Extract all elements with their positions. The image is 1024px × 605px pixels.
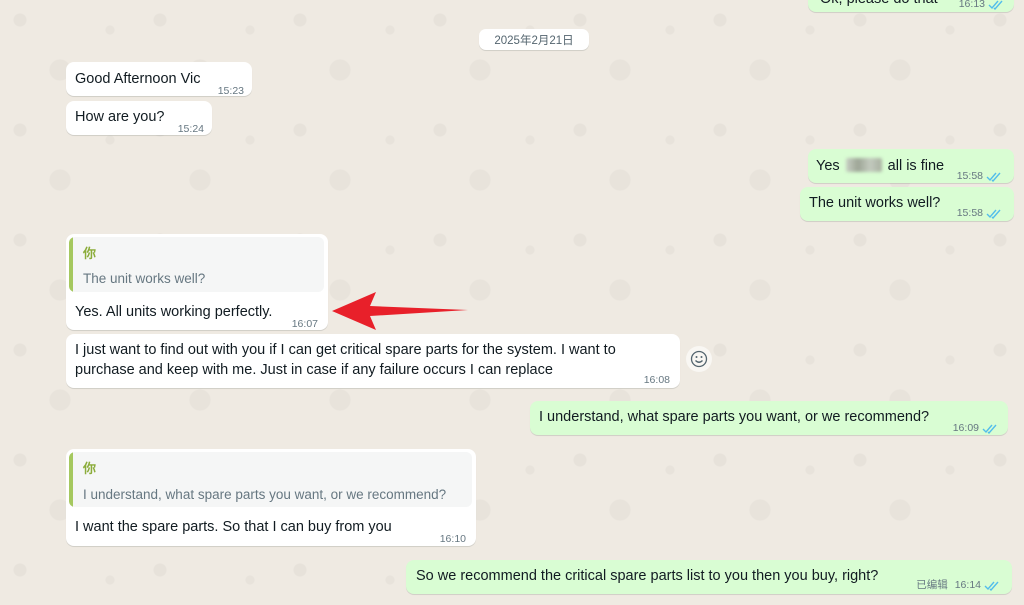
message-outgoing[interactable]: So we recommend the critical spare parts… bbox=[406, 560, 1012, 594]
annotation-arrow-icon bbox=[332, 292, 468, 330]
quoted-message[interactable]: 你 The unit works well? bbox=[69, 237, 324, 292]
message-time: 16:08 bbox=[643, 374, 670, 386]
message-incoming[interactable]: Good Afternoon Vic 15:23 bbox=[66, 62, 252, 97]
message-meta: 16:09 bbox=[953, 418, 998, 438]
message-time: 15:58 bbox=[956, 170, 983, 182]
emoji-react-button[interactable] bbox=[686, 346, 712, 372]
emoji-react-icon bbox=[690, 350, 708, 368]
message-time: 16:14 bbox=[954, 579, 981, 591]
quote-text: The unit works well? bbox=[83, 271, 206, 286]
message-outgoing[interactable]: The unit works well? 15:58 bbox=[800, 187, 1014, 221]
quote-accent-bar bbox=[69, 237, 73, 292]
message-time: 16:10 bbox=[439, 533, 466, 545]
edited-label: 已编辑 bbox=[916, 579, 948, 591]
double-check-icon bbox=[988, 0, 1003, 10]
message-text: Yes all is fine bbox=[816, 158, 945, 174]
message-text: I understand, what spare parts you want,… bbox=[539, 409, 930, 425]
message-time: 16:13 bbox=[958, 0, 985, 10]
quote-text: I understand, what spare parts you want,… bbox=[83, 487, 447, 502]
message-text: Ok, please do that bbox=[820, 0, 938, 9]
quote-author: 你 bbox=[83, 461, 97, 476]
message-incoming[interactable]: I just want to find out with you if I ca… bbox=[66, 334, 680, 388]
message-text: The unit works well? bbox=[809, 195, 941, 211]
double-check-icon bbox=[982, 424, 997, 434]
quote-author: 你 bbox=[83, 246, 97, 261]
message-text-line: purchase and keep with me. Just in case … bbox=[75, 362, 553, 378]
message-text: So we recommend the critical spare parts… bbox=[416, 568, 879, 584]
message-incoming-reply[interactable]: 你 I understand, what spare parts you wan… bbox=[66, 449, 476, 546]
message-text: Good Afternoon Vic bbox=[75, 71, 201, 87]
double-check-icon bbox=[986, 209, 1001, 219]
message-text: Yes. All units working perfectly. bbox=[75, 304, 273, 320]
message-time: 15:23 bbox=[217, 85, 244, 97]
date-separator: 2025年2月21日 bbox=[479, 29, 589, 50]
message-text: How are you? bbox=[75, 109, 165, 125]
message-text-line: I just want to find out with you if I ca… bbox=[75, 342, 616, 358]
message-time: 15:24 bbox=[177, 123, 204, 135]
quote-accent-bar bbox=[69, 452, 73, 507]
message-meta: 已编辑 16:14 bbox=[916, 575, 1000, 595]
message-meta: 15:58 bbox=[957, 166, 1002, 186]
double-check-icon bbox=[986, 172, 1001, 182]
message-time: 15:58 bbox=[956, 207, 983, 219]
message-meta: 16:13 bbox=[959, 0, 1004, 14]
message-time: 16:07 bbox=[291, 318, 318, 330]
message-outgoing[interactable]: I understand, what spare parts you want,… bbox=[530, 401, 1008, 435]
message-outgoing[interactable]: Yes all is fine 15:58 bbox=[808, 149, 1014, 183]
message-incoming-reply[interactable]: 你 The unit works well? Yes. All units wo… bbox=[66, 234, 328, 330]
double-check-icon bbox=[984, 581, 999, 591]
message-outgoing[interactable]: Ok, please do that 16:13 bbox=[808, 0, 1014, 12]
message-meta: 15:58 bbox=[957, 203, 1002, 223]
message-text: I want the spare parts. So that I can bu… bbox=[75, 519, 392, 535]
message-incoming[interactable]: How are you? 15:24 bbox=[66, 101, 212, 135]
quoted-message[interactable]: 你 I understand, what spare parts you wan… bbox=[69, 452, 472, 507]
redacted-name bbox=[845, 158, 882, 172]
message-time: 16:09 bbox=[952, 422, 979, 434]
